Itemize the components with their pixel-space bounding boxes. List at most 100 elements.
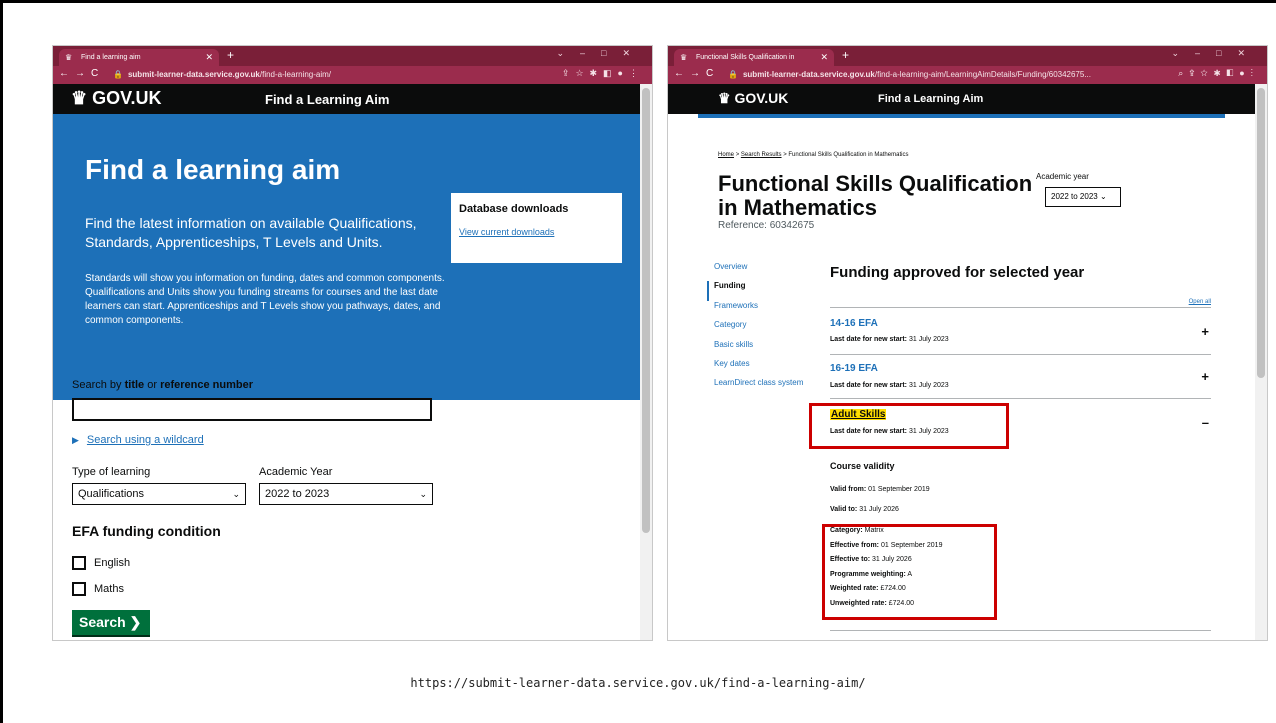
crown-icon: ♛: [65, 53, 73, 62]
open-all-link[interactable]: Open all: [1189, 299, 1211, 305]
url-domain: submit-learner-data.service.gov.uk: [127, 70, 260, 79]
close-tab-icon[interactable]: ✕: [820, 49, 828, 66]
slide: ♛ Find a learning aim ✕ + ⌄–□✕ ←→C 🔒 subm…: [0, 0, 1276, 723]
gov-logo[interactable]: ♛ GOV.UK: [718, 90, 788, 107]
new-tab-icon[interactable]: +: [227, 48, 234, 62]
last-date-label: Last date for new start:: [830, 382, 908, 389]
service-name[interactable]: Find a Learning Aim: [878, 93, 983, 105]
type-of-learning-label: Type of learning: [72, 466, 151, 478]
chevron-down-icon: ⌄: [419, 489, 427, 499]
type-of-learning-select[interactable]: Qualifications ⌄: [72, 483, 246, 505]
url-domain: submit-learner-data.service.gov.uk: [742, 70, 875, 79]
sidenav-frameworks[interactable]: Frameworks: [714, 301, 824, 320]
valid-to-label: Valid to:: [830, 506, 858, 513]
expand-plus-icon[interactable]: +: [1201, 369, 1209, 384]
expand-plus-icon[interactable]: +: [1201, 324, 1209, 339]
chevron-down-icon: ⌄: [232, 489, 240, 499]
page-viewport: ♛ GOV.UK Find a Learning Aim Find a lear…: [53, 84, 640, 640]
tab-title: Find a learning aim: [81, 54, 141, 61]
valid-from-value: 01 September 2019: [868, 486, 930, 493]
last-date-value: 31 July 2023: [908, 336, 949, 343]
maths-checkbox[interactable]: [72, 582, 86, 596]
wildcard-disclosure[interactable]: ▶ Search using a wildcard: [72, 434, 204, 446]
page-title: Find a learning aim: [85, 154, 341, 185]
toolbar-icons[interactable]: ⌕⇪☆✱◧●⋮: [1178, 68, 1259, 79]
sidenav-category[interactable]: Category: [714, 320, 824, 339]
accordion-14-16-efa[interactable]: 14-16 EFA: [830, 318, 878, 329]
search-label: Search by title or reference number: [72, 379, 253, 391]
wildcard-link[interactable]: Search using a wildcard: [87, 434, 204, 446]
academic-year-label: Academic Year: [259, 466, 333, 478]
english-checkbox[interactable]: [72, 556, 86, 570]
accordion-divider: [830, 354, 1211, 355]
last-date-value: 31 July 2023: [908, 382, 949, 389]
navigation-icons[interactable]: ←→C: [59, 68, 104, 79]
sidenav-funding[interactable]: Funding: [707, 281, 824, 301]
crown-icon: ♛: [71, 88, 93, 108]
search-button[interactable]: Search ❯: [72, 610, 150, 635]
window-controls[interactable]: ⌄–□✕: [556, 48, 646, 59]
accordion-divider: [830, 398, 1211, 399]
gov-logo-text: GOV.UK: [92, 88, 162, 108]
side-navigation: Overview Funding Frameworks Category Bas…: [707, 262, 824, 398]
search-input[interactable]: [72, 398, 432, 421]
last-date-label: Last date for new start:: [830, 336, 908, 343]
academic-year-select[interactable]: 2022 to 2023 ⌄: [259, 483, 433, 505]
breadcrumb-current: Functional Skills Qualification in Mathe…: [788, 152, 909, 158]
navigation-icons[interactable]: ←→C: [674, 68, 719, 79]
page-viewport: ♛ GOV.UK Find a Learning Aim Home > Sear…: [668, 84, 1255, 640]
accordion-divider: [830, 630, 1211, 631]
breadcrumb-home[interactable]: Home: [718, 152, 734, 158]
search-button-label: Search: [79, 614, 126, 630]
collapse-minus-icon[interactable]: –: [1202, 415, 1209, 430]
url-field[interactable]: 🔒 submit-learner-data.service.gov.uk/find…: [113, 68, 552, 82]
url-field[interactable]: 🔒 submit-learner-data.service.gov.uk/find…: [728, 68, 1147, 82]
academic-year-select[interactable]: 2022 to 2023 ⌄: [1045, 187, 1121, 207]
valid-to: Valid to: 31 July 2026: [830, 506, 899, 513]
valid-to-value: 31 July 2026: [859, 506, 899, 513]
search-label-title: title: [124, 379, 145, 391]
hero-banner: Find a learning aim Find the latest info…: [53, 114, 640, 400]
scrollbar[interactable]: [1255, 84, 1267, 640]
reference-number: Reference: 60342675: [718, 220, 815, 231]
gov-logo[interactable]: ♛ GOV.UK: [71, 88, 162, 109]
valid-from-label: Valid from:: [830, 486, 867, 493]
browser-tab[interactable]: ♛ Find a learning aim ✕: [59, 49, 219, 66]
gov-header: ♛ GOV.UK Find a Learning Aim: [668, 84, 1255, 114]
scrollbar[interactable]: [640, 84, 652, 640]
accordion-14-16-last-date: Last date for new start: 31 July 2023: [830, 336, 949, 343]
view-downloads-link[interactable]: View current downloads: [459, 227, 614, 237]
sidenav-key-dates[interactable]: Key dates: [714, 359, 824, 378]
close-tab-icon[interactable]: ✕: [205, 49, 213, 66]
body-paragraph: Standards will show you information on f…: [85, 273, 445, 326]
service-name[interactable]: Find a Learning Aim: [265, 92, 389, 107]
funding-heading: Funding approved for selected year: [830, 264, 1085, 281]
new-tab-icon[interactable]: +: [842, 48, 849, 62]
scrollbar-thumb[interactable]: [642, 88, 650, 533]
english-checkbox-label[interactable]: English: [94, 557, 130, 569]
page-title: Functional Skills Qualification in Mathe…: [718, 171, 1033, 220]
sidenav-overview[interactable]: Overview: [714, 262, 824, 281]
crown-icon: ♛: [718, 90, 735, 106]
type-of-learning-value: Qualifications: [78, 488, 145, 500]
toolbar-icons[interactable]: ⇪☆✱◧●⋮: [562, 68, 644, 79]
search-label-reference: reference number: [160, 379, 253, 391]
breadcrumb-search-results[interactable]: Search Results: [741, 152, 782, 158]
lock-icon: 🔒: [728, 70, 738, 79]
header-underline: [63, 114, 630, 118]
lead-paragraph: Find the latest information on available…: [85, 215, 417, 250]
chevron-right-icon: ❯: [129, 614, 142, 630]
address-bar: ←→C 🔒 submit-learner-data.service.gov.uk/…: [53, 66, 652, 84]
accordion-divider: [830, 307, 1211, 308]
browser-tab[interactable]: ♛ Functional Skills Qualification in ✕: [674, 49, 834, 66]
annotation-box-funding-details: [822, 524, 997, 620]
scrollbar-thumb[interactable]: [1257, 88, 1265, 378]
accordion-16-19-efa[interactable]: 16-19 EFA: [830, 363, 878, 374]
sidenav-basic-skills[interactable]: Basic skills: [714, 340, 824, 359]
gov-header: ♛ GOV.UK Find a Learning Aim: [53, 84, 640, 114]
maths-checkbox-label[interactable]: Maths: [94, 583, 124, 595]
course-validity-heading: Course validity: [830, 461, 895, 471]
browser-window-learning-aim-details: ♛ Functional Skills Qualification in ✕ +…: [667, 45, 1268, 641]
sidenav-learndirect[interactable]: LearnDirect class system: [714, 378, 824, 397]
window-controls[interactable]: ⌄–□✕: [1171, 48, 1261, 59]
